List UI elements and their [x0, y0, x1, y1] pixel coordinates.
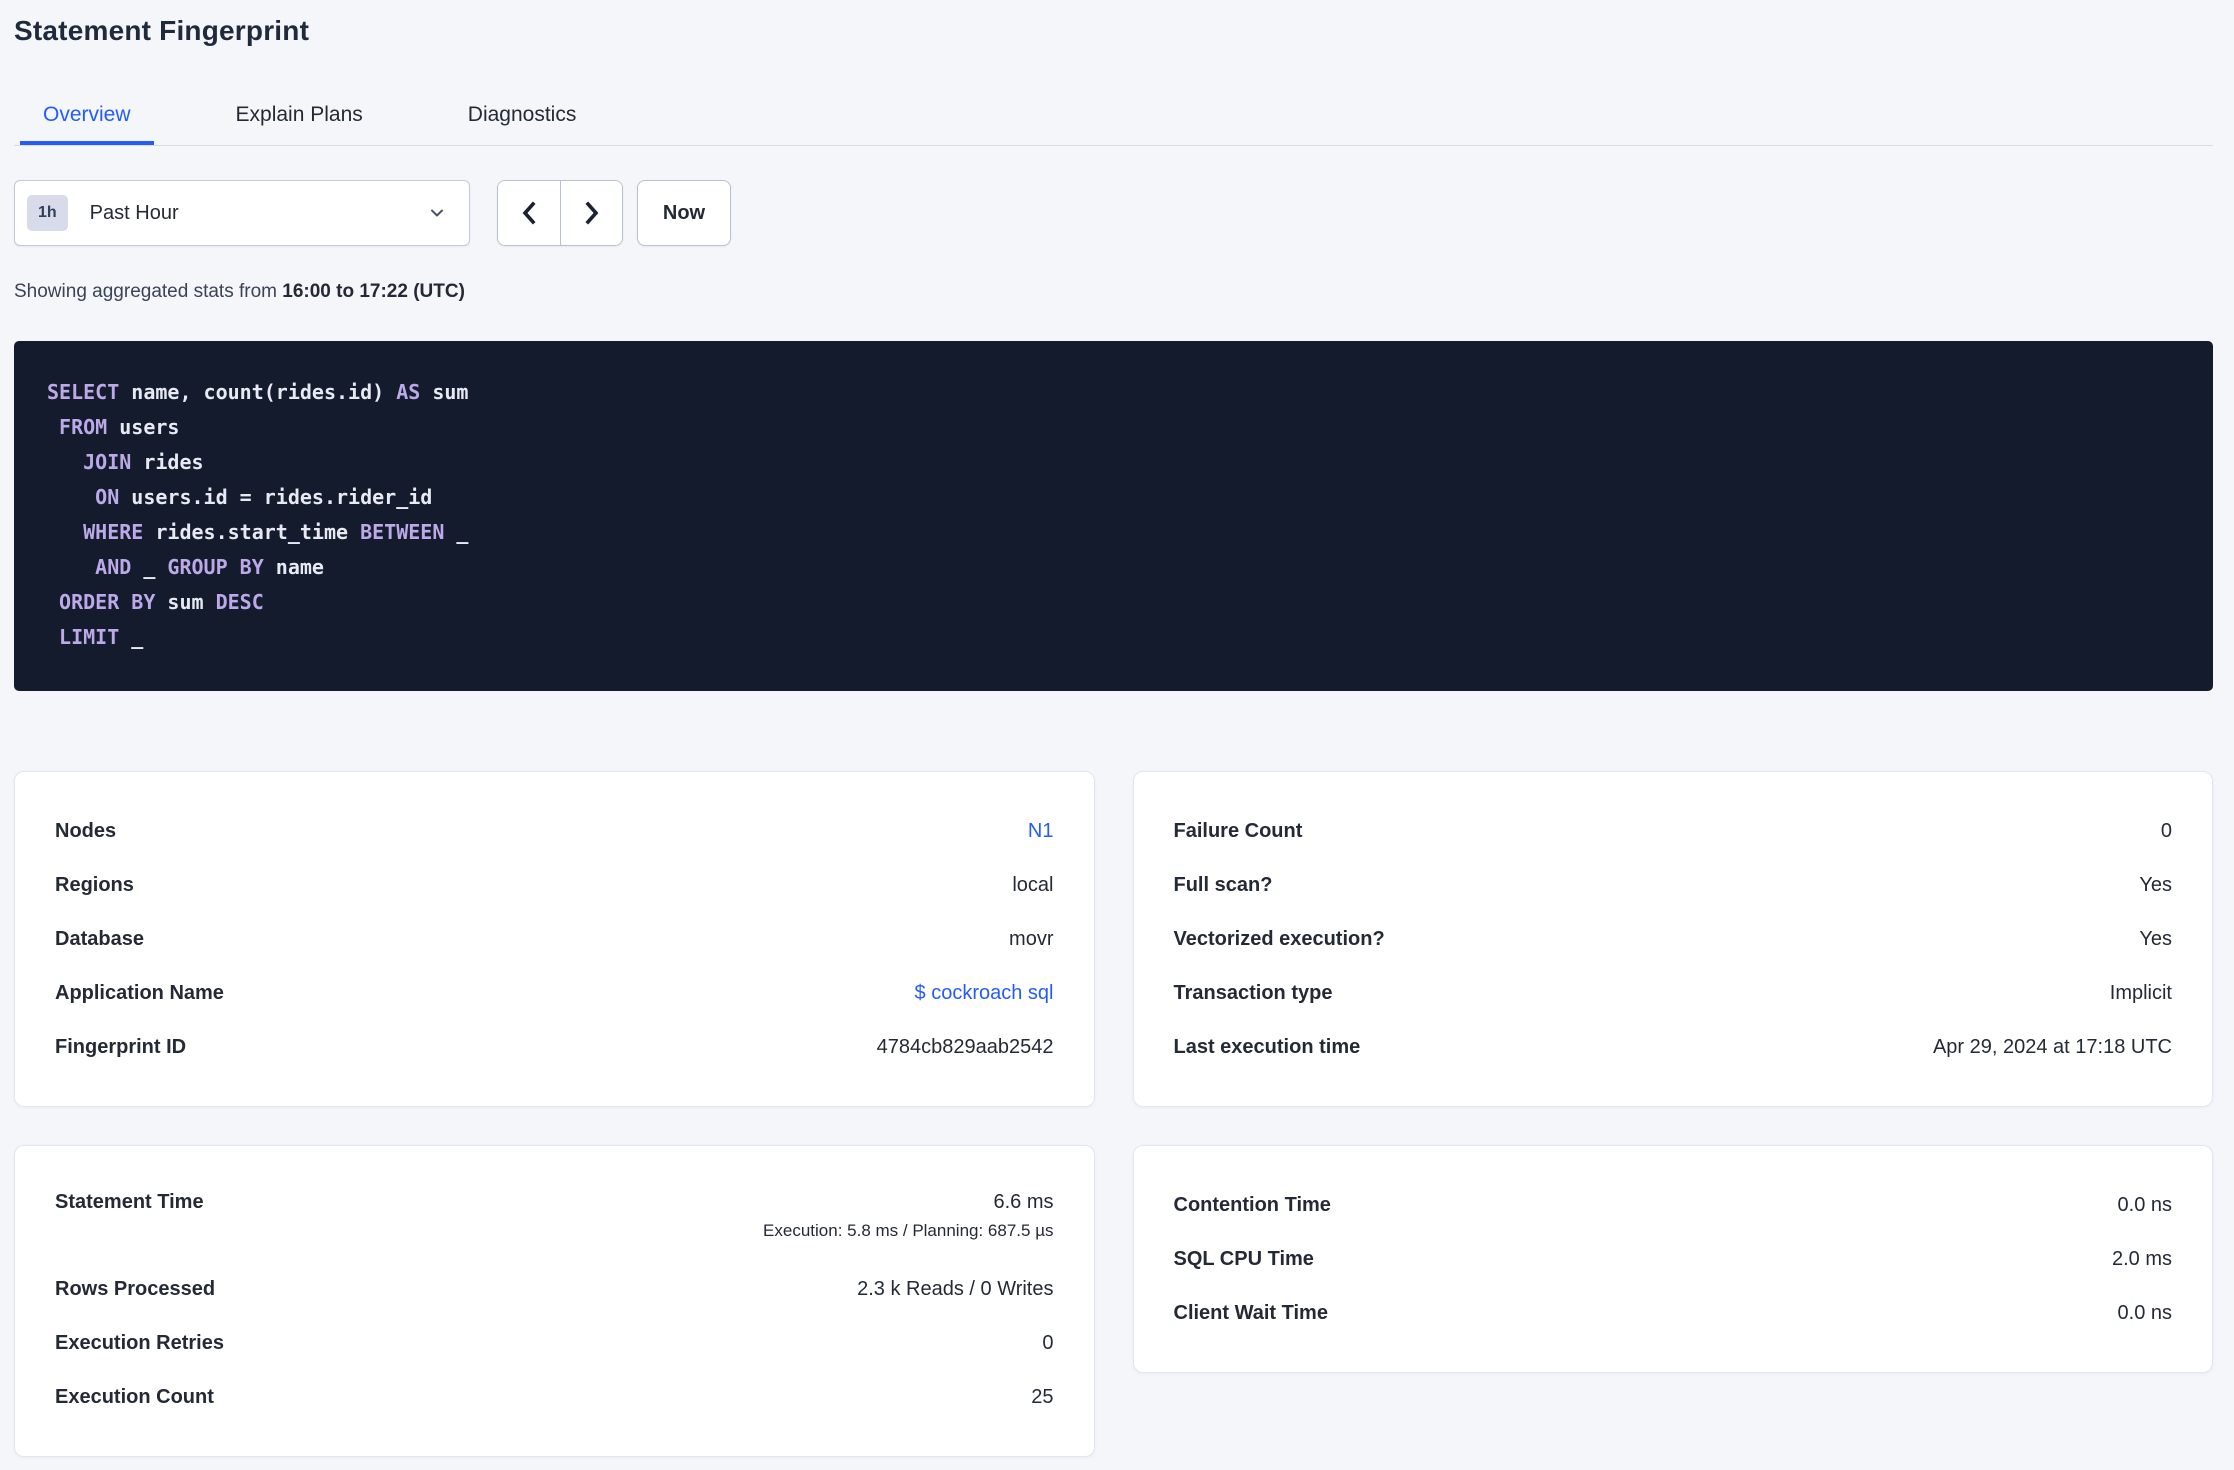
next-time-window-button[interactable] [560, 181, 622, 245]
sql-line: ORDER BY sum DESC [59, 590, 264, 614]
card-row: Execution Count 25 [55, 1370, 1054, 1424]
chevron-down-icon [427, 203, 447, 223]
aggregated-stats-prefix: Showing aggregated stats from [14, 281, 283, 302]
sql-line: SELECT name, count(rides.id) AS sum [47, 380, 469, 404]
row-label: Application Name [55, 981, 224, 1004]
now-button[interactable]: Now [637, 180, 731, 246]
sql-line: ON users.id = rides.rider_id [95, 485, 433, 509]
statement-details-card: Nodes N1 Regions local Database movr App… [14, 771, 1095, 1107]
statement-time-card: Statement Time 6.6 ms Execution: 5.8 ms … [14, 1145, 1095, 1457]
row-value: Apr 29, 2024 at 17:18 UTC [1932, 1035, 2172, 1058]
card-row: Client Wait Time 0.0 ns [1174, 1286, 2173, 1340]
row-label: SQL CPU Time [1173, 1247, 1314, 1270]
page-title: Statement Fingerprint [14, 15, 310, 46]
sql-line: LIMIT _ [59, 625, 144, 649]
statement-fingerprint-page: Statement Fingerprint Overview Explain P… [0, 14, 2234, 1470]
tab[interactable]: Diagnostics [445, 100, 600, 145]
row-value-group: 0 [1042, 1332, 1053, 1355]
row-label: Contention Time [1173, 1193, 1331, 1216]
row-value: Yes [2139, 873, 2172, 896]
row-value: 25 [1031, 1385, 1054, 1408]
card-row: Nodes N1 [55, 804, 1054, 858]
row-label: Fingerprint ID [55, 1035, 187, 1058]
row-value: 2.0 ms [2111, 1247, 2172, 1270]
row-value: 0 [2160, 819, 2172, 842]
row-value: 0.0 ns [2117, 1193, 2172, 1216]
row-label: Transaction type [1173, 981, 1333, 1004]
card-row: Statement Time 6.6 ms Execution: 5.8 ms … [55, 1178, 1054, 1262]
card-row: Vectorized execution? Yes [1174, 912, 2173, 966]
row-value: Yes [2139, 927, 2172, 950]
row-label: Execution Retries [55, 1331, 224, 1354]
aggregated-stats-range: 16:00 to 17:22 (UTC) [282, 281, 465, 302]
previous-time-window-button[interactable] [498, 181, 560, 245]
summary-cards: Nodes N1 Regions local Database movr App… [14, 771, 2213, 1457]
card-row: SQL CPU Time 2.0 ms [1174, 1232, 2173, 1286]
tab[interactable]: Overview [20, 100, 154, 145]
row-label: Rows Processed [55, 1277, 216, 1300]
row-value: 4784cb829aab2542 [876, 1035, 1054, 1058]
row-label: Execution Count [55, 1385, 214, 1408]
tab[interactable]: Explain Plans [213, 100, 386, 145]
aggregated-stats-caption: Showing aggregated stats from 16:00 to 1… [14, 278, 2213, 305]
row-value-group: 6.6 ms Execution: 5.8 ms / Planning: 687… [763, 1191, 1053, 1241]
row-label: Nodes [55, 819, 117, 842]
row-value: 6.6 ms [993, 1191, 1054, 1213]
row-label: Regions [55, 873, 134, 896]
sql-code: SELECT name, count(rides.id) AS sum FROM… [47, 375, 2180, 655]
card-row: Execution Retries 0 [55, 1316, 1054, 1370]
row-subvalue: Execution: 5.8 ms / Planning: 687.5 µs [763, 1221, 1054, 1240]
wait-time-card: Contention Time 0.0 ns SQL CPU Time 2.0 … [1132, 1145, 2213, 1373]
time-window-arrows [497, 180, 623, 246]
row-value: 2.3 k Reads / 0 Writes [857, 1277, 1054, 1300]
row-label: Failure Count [1173, 819, 1303, 842]
card-row: Failure Count 0 [1174, 804, 2173, 858]
row-value: 0 [1042, 1331, 1054, 1354]
time-controls: 1h Past Hour Now [14, 180, 2213, 246]
chevron-left-icon [518, 200, 540, 226]
row-label: Full scan? [1173, 873, 1273, 896]
row-label: Database [55, 927, 144, 950]
card-row: Regions local [55, 858, 1054, 912]
card-row: Fingerprint ID 4784cb829aab2542 [55, 1020, 1054, 1074]
card-row: Rows Processed 2.3 k Reads / 0 Writes [55, 1262, 1054, 1316]
sql-line: AND _ GROUP BY name [95, 555, 324, 579]
card-row: Full scan? Yes [1174, 858, 2173, 912]
sql-line: WHERE rides.start_time BETWEEN _ [83, 520, 469, 544]
row-value: Implicit [2109, 981, 2172, 1004]
row-value-group: 25 [1031, 1386, 1053, 1409]
card-row: Application Name $ cockroach sql [55, 966, 1054, 1020]
row-value: local [1012, 873, 1054, 896]
time-range-badge: 1h [27, 195, 68, 231]
execution-attributes-card: Failure Count 0 Full scan? Yes Vectorize… [1132, 771, 2213, 1107]
row-value[interactable]: $ cockroach sql [915, 982, 1054, 1005]
row-label: Statement Time [55, 1191, 204, 1213]
row-value: movr [1009, 927, 1054, 950]
card-row: Last execution time Apr 29, 2024 at 17:1… [1174, 1020, 2173, 1074]
sql-statement-box: SELECT name, count(rides.id) AS sum FROM… [14, 341, 2213, 691]
row-label: Client Wait Time [1173, 1301, 1328, 1324]
row-value: 0.0 ns [2117, 1301, 2172, 1324]
card-row: Database movr [55, 912, 1054, 966]
card-row: Transaction type Implicit [1174, 966, 2173, 1020]
time-range-dropdown[interactable]: 1h Past Hour [14, 180, 470, 246]
sql-line: FROM users [59, 415, 180, 439]
chevron-right-icon [581, 200, 603, 226]
row-label: Vectorized execution? [1173, 927, 1385, 950]
card-row: Contention Time 0.0 ns [1174, 1178, 2173, 1232]
row-label: Last execution time [1173, 1035, 1361, 1058]
time-range-label: Past Hour [89, 201, 179, 224]
row-value[interactable]: N1 [1028, 820, 1054, 843]
row-value-group: 2.3 k Reads / 0 Writes [857, 1278, 1053, 1301]
sql-line: JOIN rides [83, 450, 204, 474]
tab-bar: Overview Explain Plans Diagnostics [14, 100, 2213, 146]
